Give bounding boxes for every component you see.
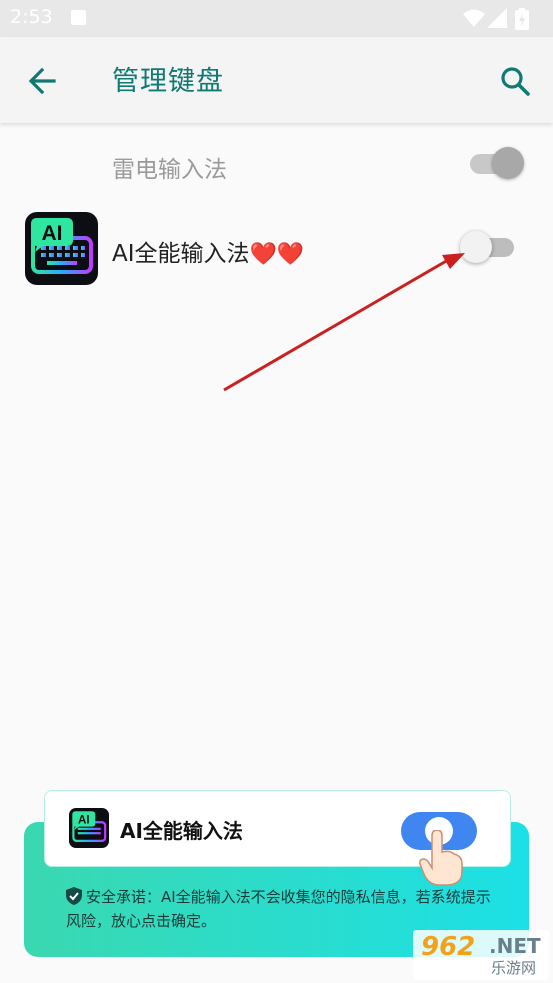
status-bar: 2:53 (0, 0, 553, 37)
watermark-net: .NET (489, 934, 541, 958)
status-time: 2:53 (10, 6, 53, 28)
toggle-leidian[interactable] (470, 147, 524, 179)
ai-logo-text: AI (42, 222, 63, 245)
guide-app-icon: AI (69, 808, 109, 848)
notification-app-icon (71, 10, 86, 25)
toggle-thumb (492, 147, 524, 179)
shield-check-icon (66, 887, 82, 905)
security-note: 安全承诺：AI全能输入法不会收集您的隐私信息，若系统提示风险，放心点击确定。 (66, 885, 496, 933)
ai-keyboard-app-icon: AI (25, 212, 98, 285)
arrow-left-icon (28, 67, 56, 95)
guide-arrow-icon (223, 253, 465, 392)
search-icon (501, 67, 530, 96)
watermark-sub: 乐游网 (491, 959, 537, 977)
app-bar: 管理键盘 (0, 37, 553, 123)
status-icons (463, 8, 543, 30)
wifi-icon (463, 9, 485, 27)
ai-keyboard-logo: AI (31, 218, 93, 274)
page-title: 管理键盘 (112, 66, 224, 97)
watermark-logo: 962 .NET 乐游网 (413, 930, 549, 980)
search-button[interactable] (493, 59, 537, 103)
guide-app-name: AI全能输入法 (120, 819, 243, 843)
ai-logo-text-small: AI (78, 814, 90, 826)
watermark-main: 962 (421, 932, 476, 962)
back-button[interactable] (22, 59, 66, 103)
battery-icon (515, 8, 529, 30)
ai-keyboard-logo-small: AI (72, 811, 107, 842)
security-note-text: 安全承诺：AI全能输入法不会收集您的隐私信息，若系统提示风险，放心点击确定。 (66, 888, 491, 930)
cellular-signal-icon (487, 8, 507, 28)
keyboard-label-leidian: 雷电输入法 (112, 157, 227, 183)
pointing-hand-icon (419, 830, 463, 886)
